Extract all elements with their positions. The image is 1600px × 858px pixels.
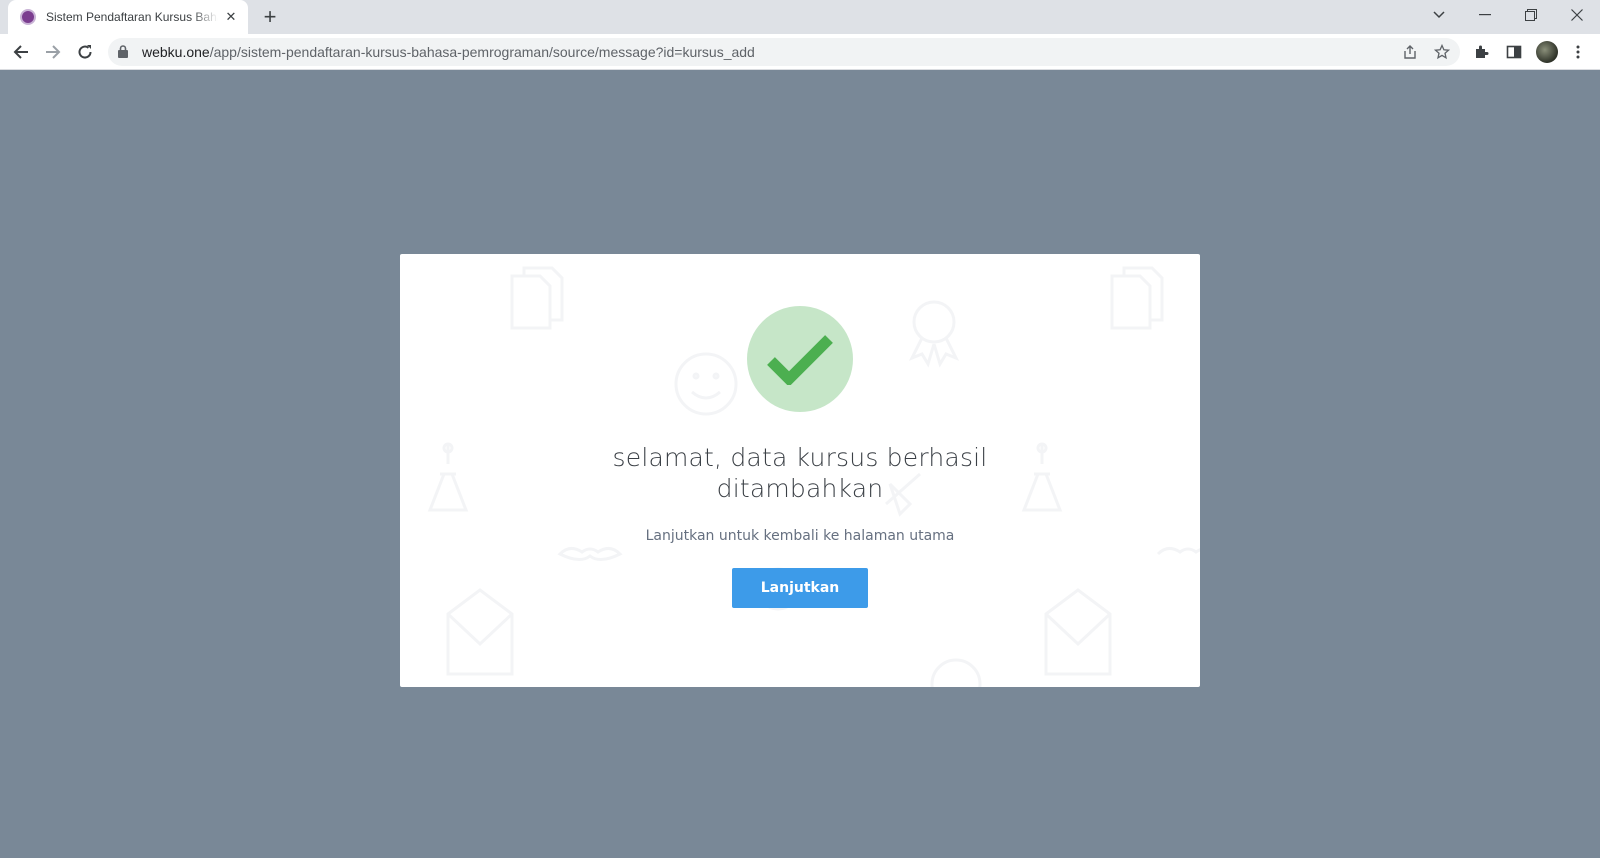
success-check-circle [747, 306, 853, 412]
forward-button[interactable] [39, 38, 67, 66]
continue-button[interactable]: Lanjutkan [732, 568, 868, 608]
tab-search-icon[interactable] [1416, 0, 1462, 30]
url-text: webku.one/app/sistem-pendaftaran-kursus-… [142, 44, 755, 60]
side-panel-icon[interactable] [1504, 42, 1524, 62]
menu-kebab-icon[interactable] [1568, 42, 1588, 62]
share-icon[interactable] [1400, 42, 1420, 62]
url-domain: webku.one [142, 44, 210, 60]
tab-close-icon[interactable]: ✕ [222, 8, 240, 26]
tab-strip: Sistem Pendaftaran Kursus Bahasa Pemrogr… [0, 0, 1600, 34]
tab-title: Sistem Pendaftaran Kursus Bahasa Pemrogr… [46, 10, 218, 24]
lock-icon [118, 45, 128, 63]
restore-icon[interactable] [1508, 0, 1554, 30]
favicon-icon [20, 9, 36, 25]
checkmark-icon [767, 335, 833, 385]
reload-button[interactable] [71, 38, 99, 66]
success-subtext: Lanjutkan untuk kembali ke halaman utama [645, 528, 955, 544]
success-card: selamat, data kursus berhasil ditambahka… [400, 254, 1200, 687]
minimize-icon[interactable] [1462, 0, 1508, 30]
close-window-icon[interactable] [1554, 0, 1600, 30]
back-button[interactable] [7, 38, 35, 66]
new-tab-button[interactable]: + [258, 5, 282, 29]
browser-toolbar: webku.one/app/sistem-pendaftaran-kursus-… [0, 34, 1600, 70]
success-headline: selamat, data kursus berhasil ditambahka… [612, 443, 988, 503]
url-path: /app/sistem-pendaftaran-kursus-bahasa-pe… [209, 44, 755, 60]
profile-avatar[interactable] [1536, 41, 1558, 63]
bookmark-star-icon[interactable] [1432, 42, 1452, 62]
browser-tab[interactable]: Sistem Pendaftaran Kursus Bahasa Pemrogr… [8, 0, 248, 34]
extensions-icon[interactable] [1472, 42, 1492, 62]
address-bar[interactable]: webku.one/app/sistem-pendaftaran-kursus-… [108, 38, 1460, 66]
